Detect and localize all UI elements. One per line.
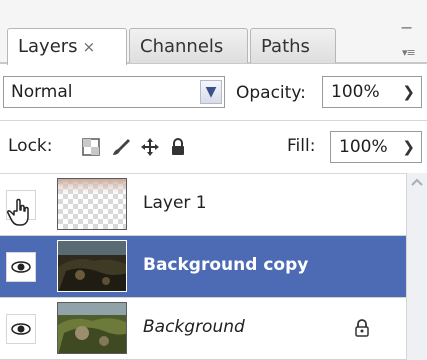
- close-icon[interactable]: ×: [83, 38, 96, 56]
- lock-row: Lock: Fill: 100% ❯: [0, 121, 427, 173]
- tab-channels[interactable]: Channels: [129, 28, 248, 63]
- visibility-toggle[interactable]: [6, 190, 36, 226]
- tab-layers[interactable]: Layers ×: [7, 28, 127, 65]
- lock-all-icon[interactable]: [168, 137, 188, 157]
- tab-paths-label: Paths: [261, 36, 310, 57]
- layer-name: Background copy: [143, 255, 309, 275]
- tab-paths[interactable]: Paths: [250, 28, 336, 63]
- blend-row: Normal ▼ Opacity: 100% ❯: [0, 64, 427, 120]
- lock-image-pixels-icon[interactable]: [110, 137, 132, 157]
- layer-row-background[interactable]: Background: [0, 298, 406, 360]
- tab-channels-label: Channels: [140, 36, 224, 57]
- eye-icon: [11, 323, 31, 335]
- transparent-thumbnail: [58, 179, 126, 229]
- lock-label: Lock:: [8, 136, 53, 156]
- lock-transparent-pixels-icon[interactable]: [81, 137, 101, 157]
- layer-name: Background: [143, 317, 245, 337]
- fill-value: 100%: [339, 137, 388, 157]
- lock-position-icon[interactable]: [140, 137, 160, 157]
- visibility-toggle[interactable]: [6, 252, 36, 282]
- layer-thumbnail: [57, 240, 127, 292]
- panel-tab-bar: Layers × Channels Paths − ▾≡: [0, 0, 427, 65]
- layer-name: Layer 1: [143, 193, 207, 213]
- layers-panel: Layers × Channels Paths − ▾≡ Normal ▼ Opa…: [0, 0, 427, 360]
- visibility-toggle[interactable]: [6, 314, 36, 344]
- panel-menu-icon[interactable]: ▾≡: [402, 46, 416, 59]
- lock-icon: [355, 319, 369, 337]
- photo-thumbnail: [58, 241, 126, 291]
- scrollbar[interactable]: [406, 173, 427, 360]
- chevron-right-icon[interactable]: ❯: [402, 77, 415, 107]
- opacity-field[interactable]: 100% ❯: [322, 76, 422, 108]
- chevron-right-icon[interactable]: ❯: [402, 132, 415, 162]
- photo-thumbnail: [58, 303, 126, 353]
- layer-thumbnail: [57, 178, 127, 230]
- opacity-value: 100%: [331, 82, 380, 102]
- layer-thumbnail: [57, 302, 127, 354]
- blend-mode-select[interactable]: Normal ▼: [3, 76, 225, 108]
- eye-icon: [11, 261, 31, 273]
- minimize-icon[interactable]: −: [400, 18, 413, 37]
- chevron-up-icon[interactable]: [410, 177, 424, 187]
- tab-layers-label: Layers: [18, 36, 78, 57]
- layer-row-background-copy[interactable]: Background copy: [0, 236, 406, 298]
- blend-mode-value: Normal: [11, 82, 73, 102]
- layer-row-layer-1[interactable]: Layer 1: [0, 174, 406, 236]
- opacity-label: Opacity:: [236, 83, 306, 103]
- fill-field[interactable]: 100% ❯: [330, 131, 422, 163]
- fill-label: Fill:: [287, 136, 316, 156]
- chevron-down-icon[interactable]: ▼: [200, 80, 222, 104]
- hand-cursor-icon: [7, 198, 29, 226]
